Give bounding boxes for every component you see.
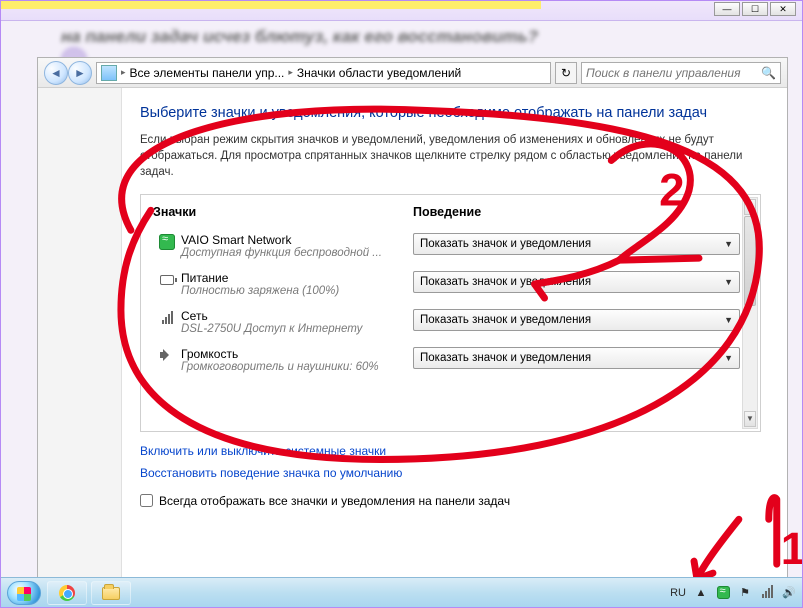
vaio-icon	[159, 234, 175, 250]
tab-highlight	[1, 1, 541, 9]
breadcrumb-item[interactable]: Все элементы панели упр...	[130, 66, 285, 80]
tray-chevron-icon[interactable]: ▲	[694, 586, 708, 600]
behavior-dropdown[interactable]: Показать значок и уведомления▼	[413, 233, 740, 255]
close-button[interactable]: ✕	[770, 2, 796, 16]
scroll-thumb[interactable]	[744, 216, 756, 306]
control-panel-window: ◄ ► ▸ Все элементы панели упр... ▸ Значк…	[37, 57, 788, 595]
folder-icon	[102, 587, 120, 600]
taskbar-explorer[interactable]	[91, 581, 131, 605]
item-name: Питание	[181, 271, 413, 285]
chevron-right-icon: ▸	[121, 67, 126, 78]
item-subtitle: DSL-2750U Доступ к Интернету	[181, 323, 413, 335]
item-subtitle: Громкоговоритель и наушники: 60%	[181, 361, 413, 373]
search-input[interactable]	[586, 66, 757, 80]
chrome-icon	[59, 585, 75, 601]
back-button[interactable]: ◄	[44, 61, 68, 85]
system-tray: RU ▲ ⚑ 🔊	[670, 586, 796, 600]
list-item: Громкость Громкоговоритель и наушники: 6…	[153, 339, 748, 377]
page-question: на панели задач исчез блютуз, как его во…	[1, 21, 802, 47]
volume-icon	[160, 348, 174, 362]
link-toggle-system-icons[interactable]: Включить или выключить системные значки	[140, 444, 386, 458]
list-item: Питание Полностью заряжена (100%) Показа…	[153, 263, 748, 301]
battery-icon	[160, 275, 174, 285]
forward-button[interactable]: ►	[68, 61, 92, 85]
minimize-button[interactable]: —	[714, 2, 740, 16]
scroll-down-button[interactable]: ▼	[744, 411, 756, 427]
tray-language[interactable]: RU	[670, 587, 686, 599]
chevron-down-icon: ▼	[724, 315, 733, 325]
start-button[interactable]	[7, 581, 41, 605]
link-restore-default[interactable]: Восстановить поведение значка по умолчан…	[140, 466, 402, 480]
item-name: Громкость	[181, 347, 413, 361]
tray-volume-icon[interactable]: 🔊	[782, 586, 796, 600]
behavior-dropdown[interactable]: Показать значок и уведомления▼	[413, 271, 740, 293]
always-show-checkbox[interactable]	[140, 494, 153, 507]
column-header-icons: Значки	[153, 205, 413, 219]
refresh-button[interactable]: ↻	[555, 62, 577, 84]
behavior-dropdown[interactable]: Показать значок и уведомления▼	[413, 309, 740, 331]
browser-tabbar: — ☐ ✕	[1, 1, 802, 21]
search-box[interactable]: 🔍	[581, 62, 781, 84]
network-icon	[162, 310, 173, 324]
explorer-navbar: ◄ ► ▸ Все элементы панели упр... ▸ Значк…	[38, 58, 787, 88]
scroll-up-button[interactable]: ▲	[744, 199, 756, 215]
browser-window: — ☐ ✕ на панели задач исчез блютуз, как …	[0, 0, 803, 608]
item-name: Сеть	[181, 309, 413, 323]
tray-vaio-icon[interactable]	[716, 586, 730, 600]
sidebar	[38, 88, 122, 594]
control-panel-icon	[101, 65, 117, 81]
main-panel: Выберите значки и уведомления, которые н…	[122, 88, 787, 594]
tray-action-center-icon[interactable]: ⚑	[738, 586, 752, 600]
chevron-down-icon: ▼	[724, 239, 733, 249]
list-item: Сеть DSL-2750U Доступ к Интернету Показа…	[153, 301, 748, 339]
chevron-down-icon: ▼	[724, 277, 733, 287]
breadcrumb[interactable]: ▸ Все элементы панели упр... ▸ Значки об…	[96, 62, 551, 84]
list-item: VAIO Smart Network Доступная функция бес…	[153, 225, 748, 263]
behavior-dropdown[interactable]: Показать значок и уведомления▼	[413, 347, 740, 369]
column-header-behavior: Поведение	[413, 205, 748, 219]
page-description: Если выбран режим скрытия значков и увед…	[140, 132, 761, 180]
item-subtitle: Полностью заряжена (100%)	[181, 285, 413, 297]
item-name: VAIO Smart Network	[181, 233, 413, 247]
icon-settings-list: Значки Поведение VAIO Smart Network Дост…	[140, 194, 761, 432]
tray-network-icon[interactable]	[760, 586, 774, 600]
chevron-down-icon: ▼	[724, 353, 733, 363]
breadcrumb-item[interactable]: Значки области уведомлений	[297, 66, 461, 80]
taskbar-chrome[interactable]	[47, 581, 87, 605]
taskbar: RU ▲ ⚑ 🔊	[1, 577, 802, 607]
item-subtitle: Доступная функция беспроводной ...	[181, 247, 413, 259]
scrollbar[interactable]: ▲ ▼	[742, 197, 758, 429]
search-icon: 🔍	[761, 66, 776, 80]
maximize-button[interactable]: ☐	[742, 2, 768, 16]
page-title: Выберите значки и уведомления, которые н…	[140, 104, 761, 124]
chevron-right-icon: ▸	[288, 67, 293, 78]
checkbox-label: Всегда отображать все значки и уведомлен…	[159, 494, 510, 508]
